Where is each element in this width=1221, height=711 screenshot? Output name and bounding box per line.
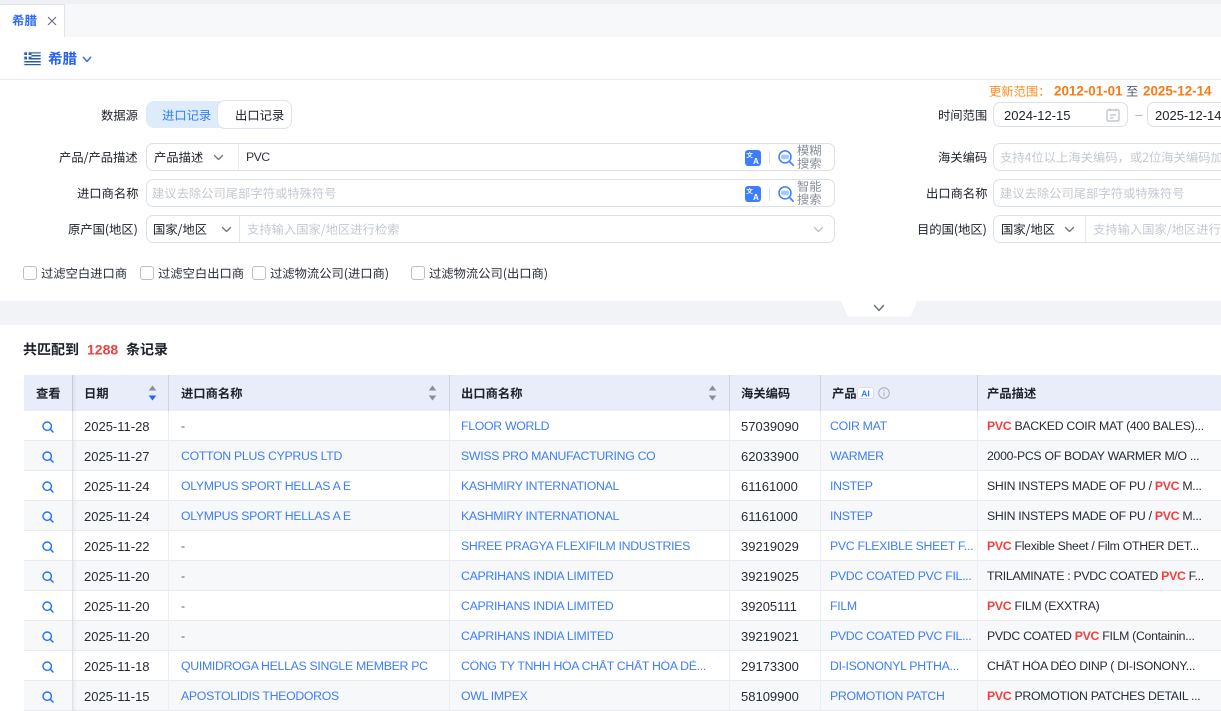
svg-text:A: A [753, 156, 759, 165]
svg-text:A: A [753, 192, 759, 201]
